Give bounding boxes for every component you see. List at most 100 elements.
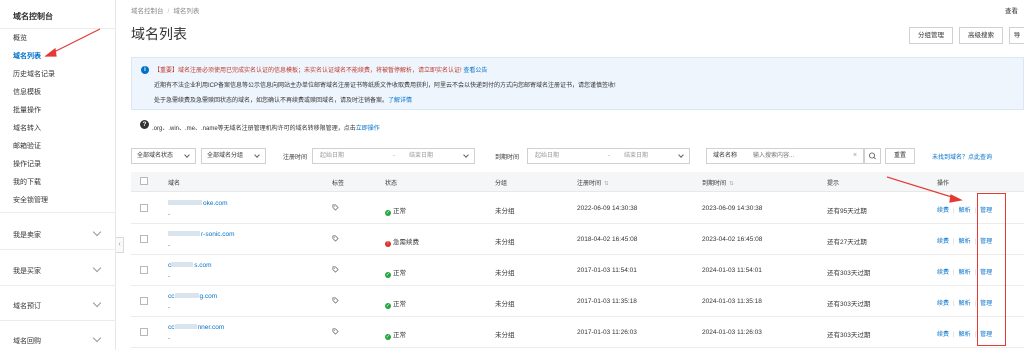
redacted-text	[168, 231, 200, 236]
domain-name-link[interactable]: cc nner.com	[168, 324, 224, 331]
domain-name-link[interactable]: r-sonic.com	[168, 231, 235, 238]
sidebar-item-history[interactable]: 历史域名记录	[13, 69, 55, 79]
search-input[interactable]	[753, 151, 848, 161]
sort-icon[interactable]: ⇅	[604, 181, 609, 187]
domain-search-box[interactable]: 域名名称 ×	[706, 148, 864, 164]
domain-name-link[interactable]: cc g.com	[168, 293, 217, 300]
chevron-down-icon	[254, 152, 260, 158]
resolve-link[interactable]: 解析	[959, 208, 971, 214]
not-found-query-link[interactable]: 未找到域名？点此查询	[932, 152, 992, 161]
sidebar-item-domain-list[interactable]: 域名列表	[13, 51, 41, 61]
resolve-link[interactable]: 解析	[959, 332, 971, 338]
group-cell: 未分组	[495, 270, 515, 277]
column-header-hint: 提示	[827, 181, 840, 187]
expire-start-date[interactable]: 起始日期	[535, 149, 559, 163]
top-right-link[interactable]: 查看	[1005, 5, 1018, 15]
reg-date-range[interactable]: 起始日期 - 结束日期	[312, 148, 475, 164]
renew-link[interactable]: 续费	[937, 208, 949, 214]
date-range-separator: -	[393, 153, 395, 159]
expire-time-cell: 2024-01-03 11:26:03	[702, 329, 762, 336]
sidebar-item-transfer-in[interactable]: 域名转入	[13, 123, 41, 133]
chevron-down-icon[interactable]	[92, 263, 102, 273]
row-checkbox[interactable]	[140, 328, 148, 336]
tag-icon[interactable]	[332, 328, 339, 335]
notice-link-details[interactable]: 了解详情	[388, 98, 412, 104]
reg-end-date[interactable]: 结束日期	[409, 149, 433, 163]
sidebar-item-batch[interactable]: 批量操作	[13, 105, 41, 115]
export-button[interactable]: 导	[1009, 27, 1024, 44]
domain-name[interactable]: g.com	[200, 293, 218, 300]
table-row: cc g.com - ✓ 正常 未分组 2017-01-03 11:35:18 20…	[131, 286, 1024, 317]
sidebar-item-templates[interactable]: 信息模板	[13, 87, 41, 97]
row-checkbox[interactable]	[140, 204, 148, 212]
notice-link-announcement[interactable]: 查看公告	[463, 68, 487, 74]
domain-name-link[interactable]: c s.com	[168, 262, 212, 269]
sidebar-item-security-lock[interactable]: 安全锁管理	[13, 195, 48, 205]
column-header-domain: 域名	[168, 181, 181, 187]
sidebar-collapse-handle[interactable]: ‹	[116, 237, 124, 253]
advanced-search-button[interactable]: 高级搜索	[959, 27, 1003, 44]
chevron-down-icon	[463, 152, 469, 158]
tag-icon[interactable]	[332, 235, 339, 242]
clear-icon[interactable]: ×	[853, 149, 857, 163]
select-all-checkbox[interactable]	[140, 177, 148, 185]
breadcrumb-separator: /	[167, 8, 170, 15]
chevron-down-icon	[184, 152, 190, 158]
column-header-reg-time[interactable]: 注册时间 ⇅	[577, 178, 609, 187]
table-row: oke.com - ✓ 正常 未分组 2022-06-09 14:30:38 20…	[131, 193, 1024, 224]
status-text: 正常	[393, 208, 406, 215]
sidebar-group-buyer[interactable]: 我是买家	[13, 266, 41, 276]
date-range-separator: -	[608, 153, 610, 159]
status-text: 急需续费	[393, 239, 419, 246]
resolve-link[interactable]: 解析	[959, 270, 971, 276]
row-checkbox[interactable]	[140, 297, 148, 305]
group-select[interactable]: 全部域名分组	[201, 148, 266, 164]
group-manage-button[interactable]: 分组管理	[909, 27, 953, 44]
expire-date-range[interactable]: 起始日期 - 结束日期	[527, 148, 690, 164]
breadcrumb-item[interactable]: 域名控制台	[131, 8, 164, 15]
tag-icon[interactable]	[332, 204, 339, 211]
resolve-link[interactable]: 解析	[959, 239, 971, 245]
domain-name[interactable]: nner.com	[198, 324, 225, 331]
domain-name-link[interactable]: oke.com	[168, 200, 228, 207]
action-separator: |	[974, 239, 977, 245]
sidebar-item-email-verify[interactable]: 邮箱验证	[13, 141, 41, 151]
search-field-label[interactable]: 域名名称	[713, 149, 737, 163]
redacted-text	[171, 262, 194, 267]
tag-icon[interactable]	[332, 297, 339, 304]
tip-operate-link[interactable]: 立即操作	[356, 126, 380, 132]
sidebar-group-seller[interactable]: 我是卖家	[13, 230, 41, 240]
group-cell: 未分组	[495, 332, 515, 339]
action-separator: |	[953, 270, 955, 276]
renew-link[interactable]: 续费	[937, 239, 949, 245]
sidebar-item-overview[interactable]: 概览	[13, 33, 27, 43]
expire-end-date[interactable]: 结束日期	[624, 149, 648, 163]
renew-link[interactable]: 续费	[937, 301, 949, 307]
action-separator: |	[974, 208, 977, 214]
chevron-down-icon[interactable]	[92, 227, 102, 237]
chevron-down-icon[interactable]	[92, 333, 102, 343]
renew-link[interactable]: 续费	[937, 270, 949, 276]
sidebar-group-buyback[interactable]: 域名回购	[13, 336, 41, 346]
check-circle-icon: ✓	[385, 210, 391, 216]
row-checkbox[interactable]	[140, 266, 148, 274]
domain-name[interactable]: s.com	[194, 262, 211, 269]
search-button[interactable]	[864, 148, 881, 164]
domain-name[interactable]: oke.com	[203, 200, 228, 207]
sidebar-item-op-log[interactable]: 操作记录	[13, 159, 41, 169]
sidebar-group-reserve[interactable]: 域名预订	[13, 301, 41, 311]
domain-name[interactable]: r-sonic.com	[201, 231, 235, 238]
tag-icon[interactable]	[332, 266, 339, 273]
chevron-down-icon[interactable]	[92, 298, 102, 308]
table-row: cc nner.com - ✓ 正常 未分组 2017-01-03 11:26:03…	[131, 317, 1024, 348]
row-checkbox[interactable]	[140, 235, 148, 243]
reset-button[interactable]: 重置	[885, 148, 915, 164]
sort-icon[interactable]: ⇅	[729, 181, 734, 187]
resolve-link[interactable]: 解析	[959, 301, 971, 307]
renew-link[interactable]: 续费	[937, 332, 949, 338]
sidebar-item-downloads[interactable]: 我的下载	[13, 177, 41, 187]
reg-start-date[interactable]: 起始日期	[320, 149, 344, 163]
column-header-expire-time[interactable]: 到期时间 ⇅	[702, 178, 734, 187]
action-separator: |	[953, 208, 955, 214]
status-select[interactable]: 全部域名状态	[131, 148, 196, 164]
